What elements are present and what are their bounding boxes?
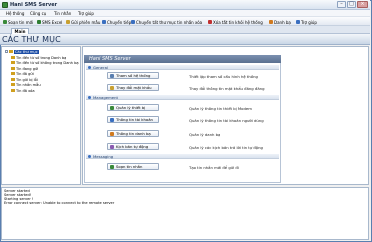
general-icon [88,66,91,69]
log-line: Error connect server: Unable to connect … [4,201,115,205]
toolbar-send-template-button[interactable]: Gửi phiên mẫu [66,19,100,25]
menu-he-thong[interactable]: Hệ thống [6,11,24,16]
maximize-button[interactable]: □ [347,1,356,8]
menu-tro-giup[interactable]: Trợ giúp [78,11,94,16]
toolbar-contacts-button[interactable]: Danh bạ [269,19,291,25]
group-messaging: Messaging [86,154,279,159]
tree-item-root[interactable]: Các thư mục [5,49,39,54]
menu-cong-cu[interactable]: Công cụ [30,11,46,16]
messaging-icon [88,155,91,158]
send-icon [66,20,70,24]
minimize-button[interactable]: – [337,1,346,8]
device-management-desc: Quản lý thông tin thiết bị Modem [189,106,252,111]
server-panel-title: Hani SMS Server [89,56,131,62]
device-management-button[interactable]: Quản lý thiết bị [107,104,159,111]
phonebook-icon [110,131,114,136]
help-icon [296,20,300,24]
tab-strip: Main [0,26,370,34]
system-settings-desc: Thiết lập tham số cấu hình hệ thống [189,74,258,79]
group-management: Management [86,95,279,100]
compose-message-button[interactable]: Soạn tin nhắn [107,163,159,170]
forward-icon [102,20,106,24]
management-icon [88,96,91,99]
folder-icon [11,67,15,70]
device-icon [110,105,114,110]
section-header: CÁC THƯ MỤC [0,34,370,45]
window-title: Hani SMS Server [10,2,58,8]
group-general: General [86,65,279,70]
folder-icon [11,61,15,64]
message-icon [110,164,114,169]
script-icon [110,144,114,149]
account-info-desc: Quản lý thông tin tài khoản người dùng [189,118,264,123]
tree-item-templates[interactable]: Tin nhắn mẫu [11,82,41,87]
compose-message-desc: Tạo tin nhắn mới để gửi đi [189,165,239,170]
tree-item-inbox-unknown[interactable]: Tin đến từ số không trong Danh bạ [11,60,79,65]
move-icon [131,20,135,24]
account-icon [110,117,114,122]
title-bar: Hani SMS Server – □ × [0,0,370,10]
settings-icon [110,73,114,78]
change-password-desc: Thay đổi thông tin mật khẩu đăng đăng [189,86,265,91]
folder-icon [11,89,15,92]
collapse-icon[interactable] [5,50,8,53]
folder-icon [11,56,15,59]
contacts-icon [269,20,273,24]
tree-item-sent[interactable]: Tin đã gửi [11,71,34,76]
folder-tree: Các thư mục Tin đến từ số trong Danh bạ … [1,46,81,185]
account-info-button[interactable]: Thông tin tài khoản [107,116,159,123]
tree-item-deleted[interactable]: Tin đã xóa [11,88,35,93]
folder-icon [11,83,15,86]
system-settings-button[interactable]: Tham số hệ thống [107,72,159,79]
folder-icon [9,50,13,53]
password-icon [110,85,114,90]
phonebook-desc: Quản lý danh bạ [189,132,221,137]
app-logo-icon [2,2,8,8]
toolbar-compose-button[interactable]: Soạn tin mới [3,19,33,25]
delete-icon [208,20,212,24]
folder-icon [11,72,15,75]
page-title: CÁC THƯ MỤC [2,35,61,44]
compose-icon [3,20,7,24]
toolbar-move-button[interactable]: Chuyển tất thư mục tin nhắn xóa [131,19,202,25]
log-panel: Server started Server started! Starting … [1,187,369,240]
menu-tin-nhan[interactable]: Tin nhắn [54,11,71,16]
phonebook-button[interactable]: Thông tin danh bạ [107,130,159,137]
toolbar-forward-button[interactable]: Chuyển tiếp [102,19,131,25]
close-button[interactable]: × [357,1,368,8]
server-panel-header: Hani SMS Server [84,55,281,63]
auto-script-desc: Quản lý các kịch bản trả lời tin tự động [189,145,263,150]
toolbar-delete-button[interactable]: Xóa tắt tin khỏi hệ thống [208,19,263,25]
change-password-button[interactable]: Thay đổi mật khẩu [107,84,159,91]
menu-bar: Hệ thống Công cụ Tin nhắn Trợ giúp [0,10,370,17]
toolbar-help-button[interactable]: Trợ giúp [296,19,317,25]
folder-icon [11,78,15,81]
toolbar-sms-excel-button[interactable]: SMS Excel [37,19,62,25]
auto-script-button[interactable]: Kịch bản tự động [107,143,159,150]
toolbar: Soạn tin mới SMS Excel Gửi phiên mẫu Chu… [0,17,370,26]
excel-icon [37,20,41,24]
